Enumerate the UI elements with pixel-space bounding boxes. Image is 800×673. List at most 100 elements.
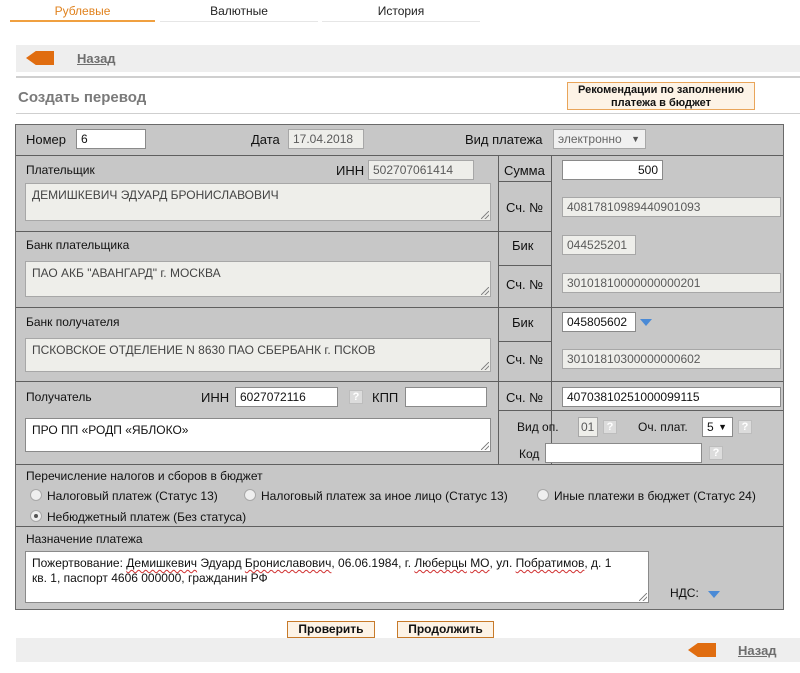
tax-radio-status24[interactable] <box>537 489 549 501</box>
tax-radio-status13[interactable] <box>30 489 42 501</box>
resize-grip-icon[interactable] <box>481 287 489 295</box>
grid-line <box>498 265 551 266</box>
payer-bank-label: Банк плательщика <box>26 238 130 252</box>
payment-type-label: Вид платежа <box>465 132 543 147</box>
grid-line <box>498 155 499 464</box>
purpose-text: Эдуард <box>197 556 245 570</box>
date-input[interactable]: 17.04.2018 <box>288 129 364 149</box>
grid-line <box>498 341 551 342</box>
transfer-form: Номер 6 Дата 17.04.2018 Вид платежа элек… <box>15 124 784 610</box>
tax-option-status24-label: Иные платежи в бюджет (Статус 24) <box>554 489 756 503</box>
tax-radio-other-person[interactable] <box>244 489 256 501</box>
grid-line <box>16 155 783 156</box>
purpose-textarea[interactable]: Пожертвование: Демишкевич Эдуард Бронисл… <box>25 551 649 603</box>
back-link-bottom[interactable]: Назад <box>738 643 777 658</box>
check-button[interactable]: Проверить <box>287 621 375 638</box>
payee-bik-label: Бик <box>512 315 534 330</box>
divider-top <box>16 76 800 78</box>
purpose-text: , ул. <box>489 556 516 570</box>
op-type-help-icon[interactable]: ? <box>603 420 617 434</box>
resize-grip-icon[interactable] <box>639 593 647 601</box>
number-input[interactable]: 6 <box>76 129 146 149</box>
payer-inn-input[interactable]: 502707061414 <box>368 160 474 180</box>
purpose-text: Люберцы <box>414 556 467 570</box>
payee-bik-input[interactable]: 045805602 <box>562 312 636 332</box>
payee-corr-account-input[interactable]: 30101810300000000602 <box>562 349 781 369</box>
payer-account-input[interactable]: 40817810989440901093 <box>562 197 781 217</box>
tax-radio-non-budget[interactable] <box>30 510 42 522</box>
payee-label: Получатель <box>26 390 92 404</box>
top-back-bar <box>16 45 800 72</box>
purpose-line-1: Пожертвование: Демишкевич Эдуард Бронисл… <box>32 556 642 571</box>
priority-value: 5 <box>707 420 714 434</box>
payer-corr-account-label: Сч. № <box>506 277 544 292</box>
bik-lookup-triangle-icon[interactable] <box>640 319 652 326</box>
vat-triangle-icon[interactable] <box>708 591 720 598</box>
payer-inn-label: ИНН <box>336 163 365 178</box>
resize-grip-icon[interactable] <box>481 211 489 219</box>
grid-line <box>498 181 551 182</box>
amount-label: Сумма <box>504 163 545 178</box>
divider-title <box>16 113 800 114</box>
tax-option-non-budget-label: Небюджетный платеж (Без статуса) <box>47 510 247 524</box>
tax-section-label: Перечисление налогов и сборов в бюджет <box>26 469 263 483</box>
payee-account-label: Сч. № <box>506 390 544 405</box>
grid-line <box>498 231 551 232</box>
tab-currency-underline <box>160 21 318 22</box>
payer-bank-textarea[interactable]: ПАО АКБ "АВАНГАРД" г. МОСКВА <box>25 261 491 297</box>
tab-rubles-underline <box>10 20 155 22</box>
grid-line <box>16 464 783 465</box>
resize-grip-icon[interactable] <box>481 362 489 370</box>
payer-name-text: ДЕМИШКЕВИЧ ЭДУАРД БРОНИСЛАВОВИЧ <box>32 188 279 202</box>
payer-name-textarea[interactable]: ДЕМИШКЕВИЧ ЭДУАРД БРОНИСЛАВОВИЧ <box>25 183 491 221</box>
payee-name-textarea[interactable]: ПРО ПП «РОДП «ЯБЛОКО» <box>25 418 491 452</box>
payer-corr-account-input[interactable]: 30101810000000000201 <box>562 273 781 293</box>
code-label: Код <box>519 447 540 461</box>
tab-history[interactable]: История <box>322 0 480 22</box>
payee-account-input[interactable]: 40703810251000099115 <box>562 387 781 407</box>
payment-type-select[interactable]: электронно ▼ <box>553 129 646 149</box>
resize-grip-icon[interactable] <box>481 442 489 450</box>
payee-bank-textarea[interactable]: ПСКОВСКОЕ ОТДЕЛЕНИЕ N 8630 ПАО СБЕРБАНК … <box>25 338 491 372</box>
payer-bik-label: Бик <box>512 238 534 253</box>
payee-name-text: ПРО ПП «РОДП «ЯБЛОКО» <box>32 423 189 437</box>
amount-input[interactable]: 500 <box>562 160 663 180</box>
bottom-back-bar <box>16 638 800 662</box>
op-type-label: Вид оп. <box>517 420 559 434</box>
priority-select[interactable]: 5 ▼ <box>702 417 733 437</box>
budget-recommendations-button[interactable]: Рекомендации по заполнению платежа в бюд… <box>567 82 755 110</box>
code-input[interactable] <box>545 443 702 463</box>
payee-kpp-input[interactable] <box>405 387 487 407</box>
payee-inn-help-icon[interactable]: ? <box>349 390 363 404</box>
page-title: Создать перевод <box>18 89 147 106</box>
tab-rubles[interactable]: Рублевые <box>10 0 155 22</box>
grid-line <box>551 155 552 464</box>
back-link-top[interactable]: Назад <box>77 51 116 66</box>
chevron-down-icon: ▼ <box>631 134 640 144</box>
budget-recommendations-line1: Рекомендации по заполнению <box>578 84 744 96</box>
continue-button[interactable]: Продолжить <box>397 621 494 638</box>
code-help-icon[interactable]: ? <box>709 446 723 460</box>
purpose-text: Побратимов <box>515 556 585 570</box>
grid-line <box>16 307 783 308</box>
purpose-text: , д. 1 <box>584 556 612 570</box>
payee-corr-account-label: Сч. № <box>506 352 544 367</box>
payee-bank-text: ПСКОВСКОЕ ОТДЕЛЕНИЕ N 8630 ПАО СБЕРБАНК … <box>32 343 376 357</box>
grid-line <box>16 526 783 527</box>
purpose-text: , 06.06.1984, г. <box>331 556 415 570</box>
tab-history-underline <box>322 21 480 22</box>
tax-option-other-person-label: Налоговый платеж за иное лицо (Статус 13… <box>261 489 508 503</box>
payee-inn-input[interactable]: 6027072116 <box>235 387 338 407</box>
tab-currency[interactable]: Валютные <box>160 0 318 22</box>
payer-bik-input[interactable]: 044525201 <box>562 235 636 255</box>
payment-type-value: электронно <box>558 132 622 146</box>
purpose-label: Назначение платежа <box>26 532 143 546</box>
payee-kpp-label: КПП <box>372 390 399 405</box>
chevron-down-icon: ▼ <box>718 422 727 432</box>
tax-option-status13-label: Налоговый платеж (Статус 13) <box>47 489 218 503</box>
priority-help-icon[interactable]: ? <box>738 420 752 434</box>
date-label: Дата <box>251 132 280 147</box>
op-type-input[interactable]: 01 <box>578 417 598 437</box>
purpose-text: МО <box>470 556 490 570</box>
payee-bank-label: Банк получателя <box>26 315 120 329</box>
